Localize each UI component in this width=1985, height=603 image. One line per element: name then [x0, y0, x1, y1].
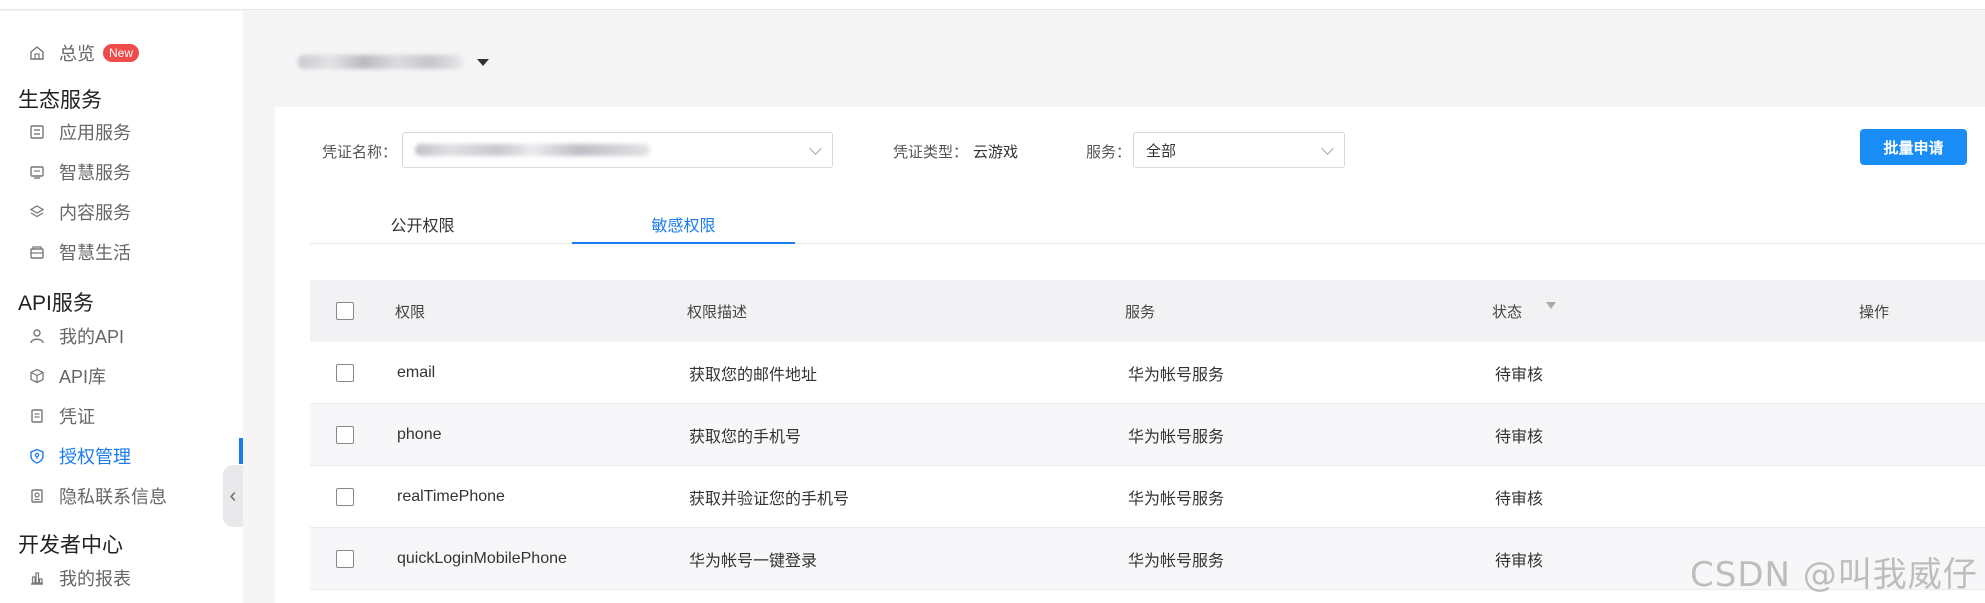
column-header-status: 状态 [1492, 280, 1557, 342]
row-checkbox[interactable] [336, 426, 354, 444]
watermark: CSDN @叫我威仔 [1690, 555, 1978, 595]
sidebar-item-label: API库 [59, 367, 107, 387]
cell-status: 待审核 [1495, 367, 1544, 384]
row-checkbox[interactable] [336, 550, 354, 568]
table-row: phone 获取您的手机号 华为帐号服务 待审核 [310, 404, 1985, 466]
active-tab-underline [572, 242, 795, 244]
sidebar-item-smart-life[interactable]: 智慧生活 [28, 237, 131, 267]
table-row: realTimePhone 获取并验证您的手机号 华为帐号服务 待审核 [310, 466, 1985, 528]
active-indicator [239, 438, 243, 464]
credential-type-value: 云游戏 [973, 144, 1019, 161]
sidebar-item-authorization[interactable]: 授权管理 [28, 441, 131, 471]
bar-chart-icon [28, 569, 46, 587]
cell-service: 华为帐号服务 [1128, 429, 1225, 446]
cell-description: 获取您的手机号 [689, 429, 802, 446]
cell-status: 待审核 [1495, 491, 1544, 508]
tabs-divider [310, 243, 1985, 244]
cell-permission: realTimePhone [397, 488, 505, 505]
column-header-actions: 操作 [1859, 303, 1890, 321]
sidebar-item-app-service[interactable]: 应用服务 [28, 117, 131, 147]
service-label: 服务： [1086, 144, 1132, 161]
sidebar-collapse-button[interactable]: ‹ [223, 465, 243, 527]
privacy-icon [28, 487, 46, 505]
tab-public-permissions[interactable]: 公开权限 [310, 206, 535, 242]
sidebar-item-label: 授权管理 [59, 447, 131, 467]
user-icon [28, 327, 46, 345]
new-badge: New [103, 44, 140, 62]
sidebar-item-my-reports[interactable]: 我的报表 [28, 563, 131, 593]
sidebar-item-label: 智慧服务 [59, 163, 131, 183]
cell-description: 华为帐号一键登录 [689, 553, 818, 570]
sidebar-item-label: 我的API [59, 327, 125, 347]
credential-type-label: 凭证类型： [893, 144, 969, 161]
chevron-left-icon: ‹ [229, 484, 237, 507]
smart-life-icon [28, 243, 46, 261]
cell-permission: phone [397, 426, 442, 443]
column-header-permission: 权限 [395, 303, 426, 321]
row-checkbox[interactable] [336, 364, 354, 382]
sidebar-group-title: 开发者中心 [18, 534, 123, 557]
chevron-down-icon [809, 142, 822, 155]
column-header-status-label: 状态 [1492, 303, 1523, 321]
table-header: 权限 权限描述 服务 状态 操作 [310, 280, 1985, 342]
sidebar-item-smart-service[interactable]: 智慧服务 [28, 157, 131, 187]
sidebar-item-label: 内容服务 [59, 203, 131, 223]
cell-service: 华为帐号服务 [1128, 491, 1225, 508]
smart-service-icon [28, 163, 46, 181]
cube-icon [28, 367, 46, 385]
sidebar-item-credentials[interactable]: 凭证 [28, 401, 95, 431]
column-header-service: 服务 [1125, 303, 1156, 321]
column-header-description: 权限描述 [687, 303, 748, 321]
cell-service: 华为帐号服务 [1128, 553, 1225, 570]
cell-status: 待审核 [1495, 553, 1544, 570]
filter-icon[interactable] [1546, 301, 1557, 309]
sidebar-item-privacy-contact[interactable]: 隐私联系信息 [28, 481, 167, 511]
sidebar-item-label: 我的报表 [59, 569, 131, 589]
document-icon [28, 407, 46, 425]
tab-sensitive-permissions[interactable]: 敏感权限 [572, 206, 795, 242]
cell-service: 华为帐号服务 [1128, 367, 1225, 384]
sidebar-group-title: API服务 [18, 292, 94, 315]
chevron-down-icon [1321, 142, 1334, 155]
cell-description: 获取并验证您的手机号 [689, 491, 850, 508]
app-selector[interactable] [298, 48, 489, 76]
caret-down-icon [477, 58, 489, 66]
home-icon [28, 44, 46, 62]
cell-description: 获取您的邮件地址 [689, 367, 818, 384]
cell-status: 待审核 [1495, 429, 1544, 446]
redacted-app-name [298, 55, 463, 69]
shield-icon [28, 447, 46, 465]
sidebar-item-label: 总览 [59, 44, 95, 64]
sidebar-item-content-service[interactable]: 内容服务 [28, 197, 131, 227]
service-select-value: 全部 [1146, 142, 1177, 160]
batch-apply-button[interactable]: 批量申请 [1860, 129, 1967, 165]
layers-icon [28, 203, 46, 221]
sidebar-item-label: 应用服务 [59, 123, 131, 143]
credential-name-select[interactable] [402, 132, 833, 168]
sidebar-item-label: 隐私联系信息 [59, 487, 167, 507]
app-service-icon [28, 123, 46, 141]
top-bar [0, 0, 1985, 10]
service-select[interactable]: 全部 [1133, 132, 1345, 168]
select-all-checkbox[interactable] [336, 302, 354, 320]
credential-name-label: 凭证名称： [322, 144, 398, 161]
table-row: email 获取您的邮件地址 华为帐号服务 待审核 [310, 342, 1985, 404]
sidebar-item-my-api[interactable]: 我的API [28, 321, 124, 351]
sidebar-item-api-library[interactable]: API库 [28, 361, 106, 391]
redacted-credential-name [415, 144, 650, 156]
row-checkbox[interactable] [336, 488, 354, 506]
cell-permission: quickLoginMobilePhone [397, 550, 567, 567]
sidebar-group-title: 生态服务 [18, 89, 102, 112]
sidebar-item-overview[interactable]: 总览 New [28, 38, 140, 68]
cell-permission: email [397, 364, 436, 381]
sidebar-item-label: 凭证 [59, 407, 95, 427]
sidebar-item-label: 智慧生活 [59, 243, 131, 263]
